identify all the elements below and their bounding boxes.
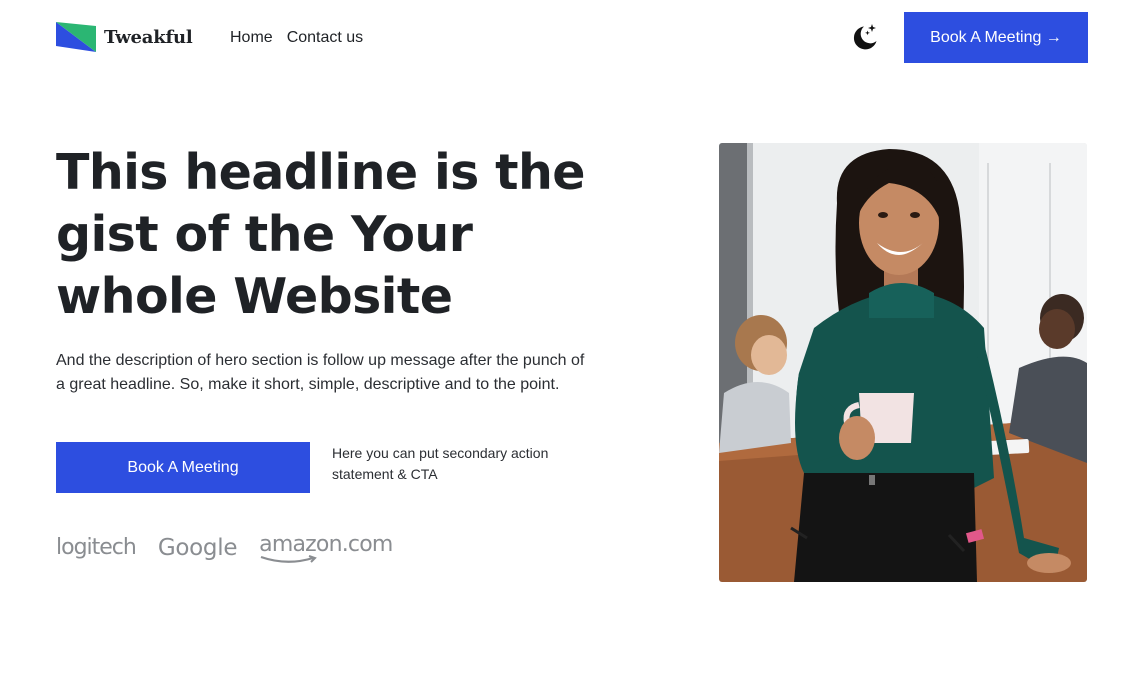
hero-image (719, 143, 1087, 582)
nav-contact-link[interactable]: Contact us (287, 29, 363, 47)
book-meeting-button[interactable]: Book A Meeting (56, 442, 310, 493)
logitech-logo: logitech (56, 535, 137, 560)
brand-logo[interactable]: Tweakful (56, 22, 193, 52)
logo-mark-icon (56, 22, 96, 52)
book-meeting-header-button[interactable]: Book A Meeting → (904, 12, 1088, 63)
google-logo: Google (157, 534, 238, 561)
amazon-smile-icon (260, 555, 318, 563)
nav-home-link[interactable]: Home (230, 29, 273, 47)
amazon-logo: amazon.com (259, 532, 393, 563)
hero-description: And the description of hero section is f… (56, 352, 585, 393)
main-nav: Home Contact us (230, 29, 363, 47)
moon-stars-icon[interactable] (848, 22, 880, 54)
amazon-wordmark: amazon.com (259, 532, 393, 557)
secondary-cta-text: Here you can put secondary action statem… (332, 445, 549, 482)
hero-headline: This headline is the gist of the Your wh… (56, 144, 586, 325)
hero-photo (719, 143, 1087, 582)
brand-logos: logitech Google amazon.com (56, 532, 393, 563)
site-header: Tweakful Home Contact us Book A Meeting … (0, 0, 1124, 76)
brand-name: Tweakful (104, 26, 193, 48)
